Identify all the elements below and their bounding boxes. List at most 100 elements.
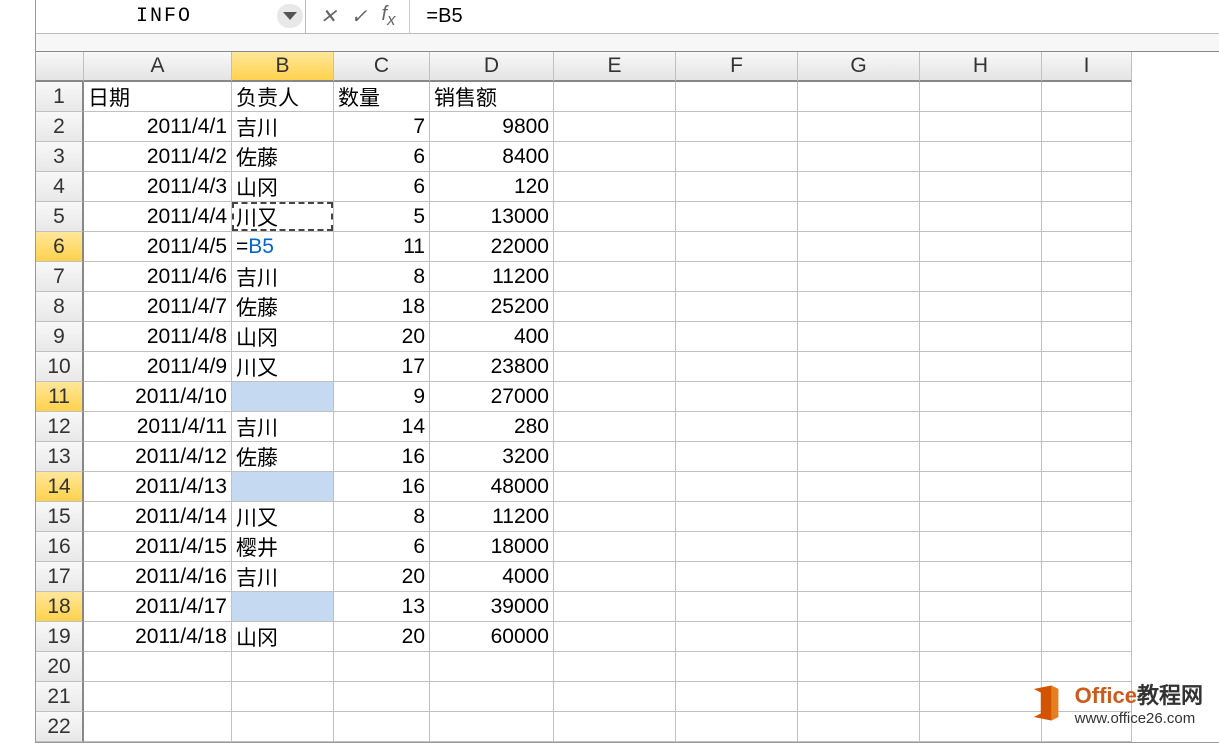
cell[interactable] bbox=[798, 172, 920, 202]
cell[interactable]: 14 bbox=[334, 412, 430, 442]
row-header[interactable]: 5 bbox=[36, 202, 84, 232]
cell[interactable]: 16 bbox=[334, 442, 430, 472]
cell[interactable] bbox=[232, 682, 334, 712]
cell[interactable]: 4000 bbox=[430, 562, 554, 592]
cell[interactable]: 日期 bbox=[84, 82, 232, 112]
cell[interactable]: 6 bbox=[334, 142, 430, 172]
cell[interactable]: 2011/4/17 bbox=[84, 592, 232, 622]
column-header-E[interactable]: E bbox=[554, 52, 676, 82]
cell[interactable] bbox=[798, 562, 920, 592]
cell[interactable]: 佐藤 bbox=[232, 442, 334, 472]
cell[interactable] bbox=[676, 292, 798, 322]
cell[interactable] bbox=[1042, 202, 1132, 232]
cell[interactable] bbox=[798, 412, 920, 442]
cell[interactable] bbox=[232, 382, 334, 412]
cell[interactable]: 川又 bbox=[232, 502, 334, 532]
cell[interactable]: 20 bbox=[334, 622, 430, 652]
row-header[interactable]: 12 bbox=[36, 412, 84, 442]
cell[interactable] bbox=[334, 682, 430, 712]
cell[interactable]: 27000 bbox=[430, 382, 554, 412]
cell[interactable] bbox=[920, 292, 1042, 322]
spreadsheet-grid[interactable]: ABCDEFGHI1日期负责人数量销售额22011/4/1吉川798003201… bbox=[36, 52, 1219, 742]
cell[interactable]: 20 bbox=[334, 562, 430, 592]
row-header[interactable]: 16 bbox=[36, 532, 84, 562]
row-header[interactable]: 11 bbox=[36, 382, 84, 412]
cell[interactable] bbox=[1042, 442, 1132, 472]
cell[interactable] bbox=[676, 562, 798, 592]
cell[interactable]: =B5 bbox=[232, 232, 334, 262]
cell[interactable]: 18000 bbox=[430, 532, 554, 562]
cell[interactable] bbox=[1042, 532, 1132, 562]
cell[interactable] bbox=[232, 472, 334, 502]
column-header-I[interactable]: I bbox=[1042, 52, 1132, 82]
cell[interactable] bbox=[1042, 292, 1132, 322]
column-header-C[interactable]: C bbox=[334, 52, 430, 82]
cell[interactable] bbox=[676, 682, 798, 712]
cell[interactable]: 2011/4/7 bbox=[84, 292, 232, 322]
cell[interactable] bbox=[232, 652, 334, 682]
cell[interactable] bbox=[554, 382, 676, 412]
cell[interactable]: 23800 bbox=[430, 352, 554, 382]
column-header-B[interactable]: B bbox=[232, 52, 334, 82]
cell[interactable] bbox=[920, 592, 1042, 622]
cell[interactable] bbox=[334, 652, 430, 682]
cell[interactable] bbox=[554, 652, 676, 682]
row-header[interactable]: 22 bbox=[36, 712, 84, 742]
cell[interactable] bbox=[676, 172, 798, 202]
cell[interactable]: 25200 bbox=[430, 292, 554, 322]
column-header-G[interactable]: G bbox=[798, 52, 920, 82]
cell[interactable] bbox=[798, 682, 920, 712]
cell[interactable]: 2011/4/15 bbox=[84, 532, 232, 562]
cell[interactable]: 6 bbox=[334, 172, 430, 202]
cell[interactable] bbox=[1042, 112, 1132, 142]
cell[interactable]: 2011/4/5 bbox=[84, 232, 232, 262]
cell[interactable]: 山冈 bbox=[232, 322, 334, 352]
cell[interactable] bbox=[798, 532, 920, 562]
cell[interactable] bbox=[676, 622, 798, 652]
cell[interactable]: 2011/4/4 bbox=[84, 202, 232, 232]
cell[interactable] bbox=[1042, 412, 1132, 442]
cell[interactable] bbox=[554, 292, 676, 322]
cell[interactable]: 吉川 bbox=[232, 562, 334, 592]
cell[interactable]: 9800 bbox=[430, 112, 554, 142]
row-header[interactable]: 17 bbox=[36, 562, 84, 592]
cell[interactable]: 销售额 bbox=[430, 82, 554, 112]
row-header[interactable]: 4 bbox=[36, 172, 84, 202]
cell[interactable] bbox=[676, 412, 798, 442]
column-header-D[interactable]: D bbox=[430, 52, 554, 82]
name-box[interactable]: INFO bbox=[36, 0, 306, 33]
cell[interactable]: 8 bbox=[334, 502, 430, 532]
cell[interactable]: 11200 bbox=[430, 502, 554, 532]
cell[interactable] bbox=[1042, 472, 1132, 502]
cell[interactable] bbox=[798, 622, 920, 652]
row-header[interactable]: 10 bbox=[36, 352, 84, 382]
select-all-corner[interactable] bbox=[36, 52, 84, 82]
cell[interactable] bbox=[554, 142, 676, 172]
cell[interactable] bbox=[554, 682, 676, 712]
cancel-icon[interactable]: ✕ bbox=[320, 4, 337, 29]
cell[interactable]: 2011/4/18 bbox=[84, 622, 232, 652]
row-header[interactable]: 3 bbox=[36, 142, 84, 172]
cell[interactable]: 13 bbox=[334, 592, 430, 622]
cell[interactable]: 8400 bbox=[430, 142, 554, 172]
cell[interactable] bbox=[554, 112, 676, 142]
cell[interactable] bbox=[798, 382, 920, 412]
cell[interactable] bbox=[798, 442, 920, 472]
cell[interactable]: 5 bbox=[334, 202, 430, 232]
cell[interactable]: 川又 bbox=[232, 202, 334, 232]
row-header[interactable]: 6 bbox=[36, 232, 84, 262]
cell[interactable] bbox=[554, 592, 676, 622]
cell[interactable] bbox=[676, 442, 798, 472]
cell[interactable] bbox=[920, 172, 1042, 202]
cell[interactable]: 6 bbox=[334, 532, 430, 562]
cell[interactable]: 2011/4/3 bbox=[84, 172, 232, 202]
cell[interactable]: 2011/4/11 bbox=[84, 412, 232, 442]
cell[interactable] bbox=[798, 652, 920, 682]
enter-icon[interactable]: ✓ bbox=[351, 4, 368, 29]
cell[interactable] bbox=[334, 712, 430, 742]
cell[interactable] bbox=[798, 352, 920, 382]
cell[interactable]: 2011/4/13 bbox=[84, 472, 232, 502]
cell[interactable]: 11 bbox=[334, 232, 430, 262]
cell[interactable]: 13000 bbox=[430, 202, 554, 232]
cell[interactable] bbox=[554, 622, 676, 652]
